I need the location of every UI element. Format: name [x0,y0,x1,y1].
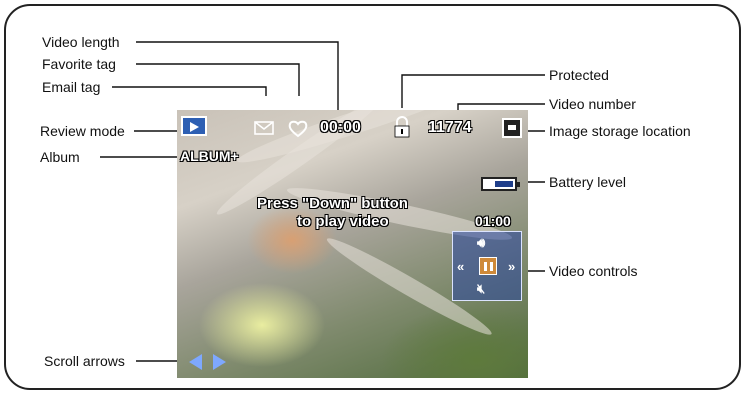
review-mode-icon [181,116,207,136]
video-controls-panel[interactable]: 🔊︎ « » 🔇︎ [452,231,522,301]
fast-forward-icon[interactable]: » [508,259,515,274]
callout-favorite-tag: Favorite tag [42,56,116,72]
heart-icon [288,120,308,138]
volume-up-icon[interactable]: 🔊︎ [477,235,485,251]
callout-battery-level: Battery level [549,174,627,190]
video-number: 11774 [428,119,472,136]
scroll-right-icon[interactable] [213,354,226,370]
scroll-left-icon[interactable] [189,354,202,370]
rewind-icon[interactable]: « [457,259,464,274]
callout-video-length: Video length [42,34,120,50]
callout-image-storage-location: Image storage location [549,123,691,139]
callout-video-number: Video number [549,96,636,112]
email-icon [254,121,274,135]
pause-icon[interactable] [479,257,497,275]
callout-review-mode: Review mode [40,123,125,139]
callout-video-controls: Video controls [549,263,638,279]
message-line-2: to play video [297,213,389,230]
mute-icon[interactable]: 🔇︎ [477,281,485,297]
video-duration: 01:00 [475,213,511,229]
callout-email-tag: Email tag [42,79,101,95]
camera-screen: 00:00 11774 ALBUM+ Press "Down" button t… [177,110,528,378]
time-display: 00:00 [320,119,361,136]
album-label: ALBUM+ [180,148,239,164]
lock-icon [394,116,410,138]
callout-album: Album [40,149,80,165]
message-line-1: Press "Down" button [257,195,408,212]
storage-icon [502,118,522,138]
battery-icon [481,177,520,191]
callout-protected: Protected [549,67,609,83]
callout-scroll-arrows: Scroll arrows [44,353,125,369]
